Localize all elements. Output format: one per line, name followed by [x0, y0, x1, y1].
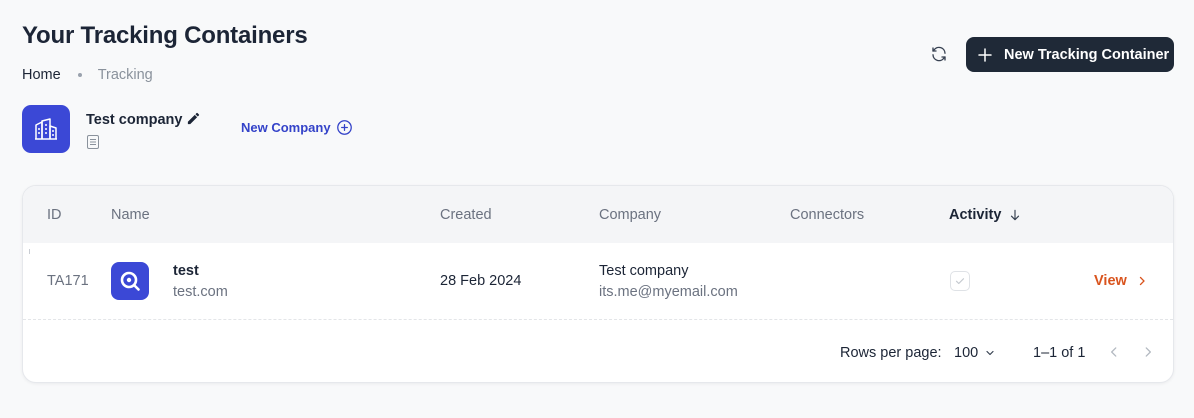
column-header-company: Company: [599, 207, 662, 223]
refresh-button[interactable]: [928, 43, 950, 65]
column-header-created: Created: [440, 207, 492, 223]
company-name: Test company: [86, 112, 183, 128]
breadcrumb-current: Tracking: [97, 67, 153, 83]
view-button[interactable]: View: [1094, 273, 1148, 289]
breadcrumb-home[interactable]: Home: [22, 67, 61, 83]
buildings-icon: [35, 118, 57, 140]
next-page-button[interactable]: [1140, 343, 1156, 361]
column-header-id: ID: [47, 207, 62, 223]
chevron-left-icon: [1111, 347, 1117, 357]
activity-checkbox[interactable]: [950, 271, 970, 291]
view-label: View: [1094, 273, 1127, 289]
breadcrumb: Home Tracking: [22, 67, 153, 83]
column-header-name: Name: [111, 207, 150, 223]
row-id: TA171: [47, 273, 89, 289]
pencil-icon[interactable]: [186, 111, 201, 126]
row-created: 28 Feb 2024: [440, 273, 522, 289]
column-header-activity-label: Activity: [949, 207, 1002, 223]
plus-icon: [976, 46, 994, 64]
chevron-right-icon: [1145, 347, 1151, 357]
rows-per-page-select[interactable]: 100: [954, 345, 996, 361]
refresh-icon: [932, 46, 946, 62]
row-marker: [29, 249, 30, 254]
pagination-range: 1–1 of 1: [1033, 345, 1086, 361]
row-email: its.me@myemail.com: [599, 284, 738, 300]
site-avatar: [111, 262, 149, 300]
page-title: Your Tracking Containers: [22, 22, 308, 49]
rows-per-page-label: Rows per page:: [840, 345, 942, 361]
check-icon: [955, 278, 965, 285]
row-domain: test.com: [173, 284, 228, 300]
plus-circle-icon: [336, 119, 353, 136]
new-tracking-container-button[interactable]: New Tracking Container: [966, 37, 1174, 72]
new-company-label: New Company: [241, 120, 331, 135]
row-name: test: [173, 263, 199, 279]
table-row[interactable]: TA171 test test.com 28 Feb 2024 Test com…: [23, 243, 1173, 320]
row-company: Test company: [599, 263, 689, 279]
rows-per-page-value: 100: [954, 345, 979, 361]
arrow-down-icon: [1008, 208, 1022, 222]
chevron-right-icon: [1136, 275, 1148, 287]
document-icon: [87, 135, 99, 149]
tracking-containers-table: ID Name Created Company Connectors Activ…: [22, 185, 1174, 383]
search-magnifier-icon: [120, 271, 140, 291]
previous-page-button[interactable]: [1106, 343, 1122, 361]
new-company-link[interactable]: New Company: [241, 119, 353, 136]
column-header-connectors: Connectors: [790, 207, 865, 223]
chevron-down-icon: [984, 347, 996, 359]
new-tracking-container-label: New Tracking Container: [1004, 46, 1170, 63]
column-header-activity[interactable]: Activity: [949, 207, 1022, 223]
table-header: ID Name Created Company Connectors Activ…: [23, 186, 1173, 243]
breadcrumb-separator: [77, 73, 82, 77]
tracking-containers-page: Your Tracking Containers Home Tracking N…: [0, 0, 1194, 418]
company-avatar: [22, 105, 70, 153]
